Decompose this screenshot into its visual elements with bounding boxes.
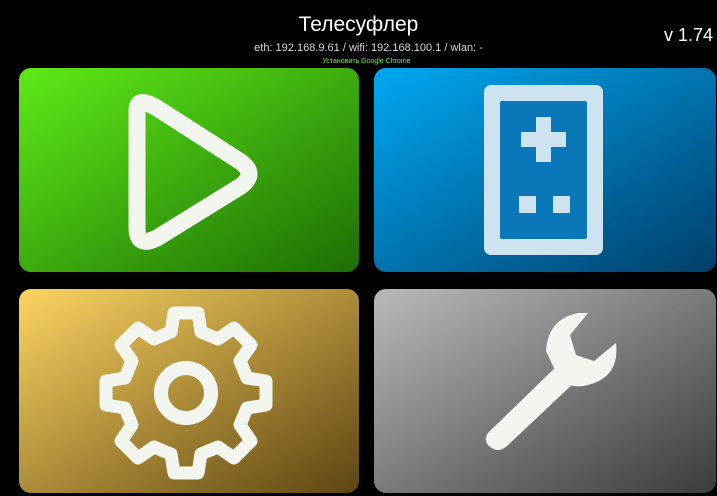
remote-tile[interactable]	[374, 68, 716, 272]
play-tile[interactable]	[19, 68, 359, 272]
play-icon	[128, 94, 258, 250]
service-tile[interactable]	[374, 289, 716, 493]
settings-tile[interactable]	[19, 289, 359, 493]
version-label: v 1.74	[663, 25, 713, 45]
remote-control-icon	[484, 85, 603, 255]
gear-icon	[99, 306, 273, 480]
wrench-icon	[485, 313, 617, 450]
install-chrome-link[interactable]: Установить Google Chrome	[0, 57, 717, 67]
app-title: Телесуфлер	[298, 13, 419, 36]
network-status: eth: 192.168.9.61 / wifi: 192.168.100.1 …	[254, 42, 483, 54]
